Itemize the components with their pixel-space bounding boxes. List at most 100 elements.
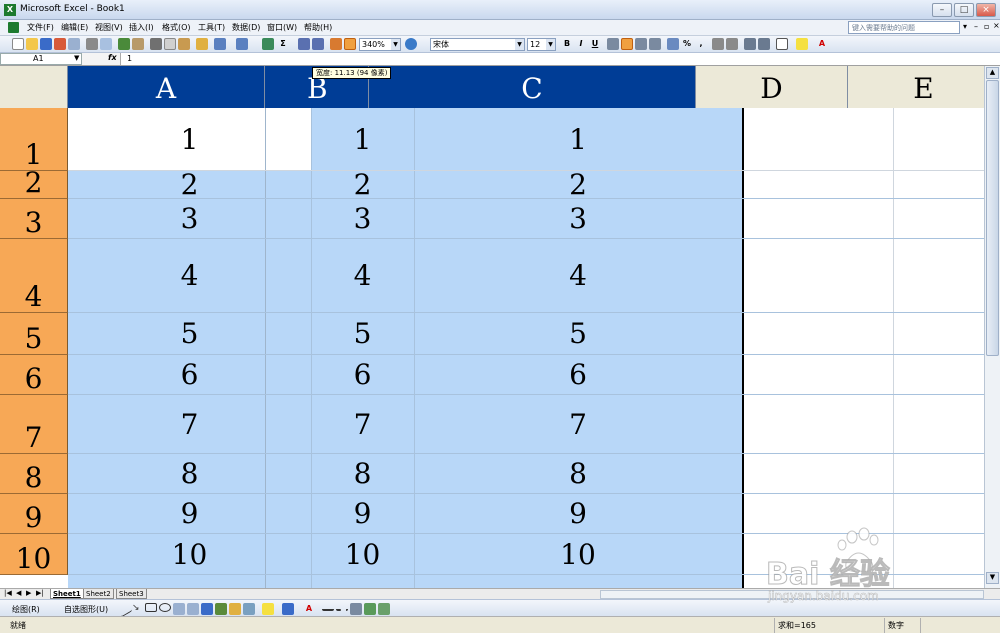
column-header-c[interactable]: C (369, 66, 696, 108)
row-header[interactable]: 7 (0, 395, 68, 454)
cell-a[interactable]: 5 (68, 313, 311, 355)
arrow-style-icon[interactable] (350, 603, 362, 615)
menu-data[interactable]: 数据(D) (232, 22, 260, 33)
help-search-input[interactable]: 键入需要帮助的问题 (848, 21, 960, 34)
paste-icon[interactable] (178, 38, 190, 50)
menu-format[interactable]: 格式(O) (162, 22, 191, 33)
draw-font-color-icon[interactable]: A (304, 604, 314, 613)
cell-c[interactable]: 4 (414, 239, 742, 313)
maximize-button[interactable]: □ (954, 3, 974, 17)
new-icon[interactable] (12, 38, 24, 50)
undo-icon[interactable] (214, 38, 226, 50)
menu-insert[interactable]: 插入(I) (129, 22, 154, 33)
decrease-decimal-icon[interactable] (726, 38, 738, 50)
row-header[interactable]: 2 (0, 169, 68, 199)
autosum-icon[interactable]: Σ (278, 39, 288, 48)
save-icon[interactable] (40, 38, 52, 50)
chart-wizard-icon[interactable] (330, 38, 342, 50)
cell-b[interactable]: 4 (311, 239, 414, 313)
align-center-icon[interactable] (621, 38, 633, 50)
zoom-dropdown-icon[interactable]: ▼ (391, 39, 400, 50)
column-header-e[interactable]: E (848, 66, 984, 108)
3d-icon[interactable] (378, 603, 390, 615)
select-all-corner[interactable] (0, 66, 68, 108)
spelling-icon[interactable] (118, 38, 130, 50)
font-color-icon[interactable]: A (817, 39, 827, 48)
cell-a[interactable]: 8 (68, 454, 311, 494)
menu-help[interactable]: 帮助(H) (304, 22, 332, 33)
research-icon[interactable] (132, 38, 144, 50)
menu-tools[interactable]: 工具(T) (198, 22, 225, 33)
wordart-icon[interactable] (201, 603, 213, 615)
cell-c[interactable]: 7 (414, 395, 742, 454)
draw-fill-color-icon[interactable] (262, 603, 274, 615)
underline-button[interactable]: U (590, 39, 600, 48)
column-header-a[interactable]: A (68, 66, 265, 108)
insert-function-icon[interactable]: fx (108, 53, 117, 62)
row-header[interactable]: 4 (0, 239, 68, 313)
row-header[interactable]: 3 (0, 199, 68, 239)
cell-a[interactable]: 3 (68, 199, 311, 239)
help-dropdown-icon[interactable]: ▾ (963, 22, 967, 31)
cell-c[interactable]: 1 (414, 108, 742, 171)
fill-color-icon[interactable] (796, 38, 808, 50)
cell-b[interactable]: 7 (311, 395, 414, 454)
email-icon[interactable] (68, 38, 80, 50)
cell-c[interactable]: 10 (414, 534, 742, 575)
help-icon[interactable] (405, 38, 417, 50)
line-color-icon[interactable] (282, 603, 294, 615)
cell-c[interactable]: 3 (414, 199, 742, 239)
cell-a[interactable]: 10 (68, 534, 311, 575)
font-dropdown-icon[interactable]: ▼ (515, 39, 524, 50)
cell-c[interactable]: 9 (414, 494, 742, 534)
dash-style-icon[interactable] (336, 603, 348, 611)
menu-edit[interactable]: 编辑(E) (61, 22, 88, 33)
minimize-button[interactable]: – (932, 3, 952, 17)
prev-sheet-icon[interactable]: ◀ (16, 589, 21, 597)
sort-ascending-icon[interactable] (298, 38, 310, 50)
doc-close-icon[interactable]: × (993, 21, 1000, 30)
cell-c[interactable]: 8 (414, 454, 742, 494)
decrease-indent-icon[interactable] (744, 38, 756, 50)
shadow-icon[interactable] (364, 603, 376, 615)
size-dropdown-icon[interactable]: ▼ (546, 39, 555, 50)
line-style-icon[interactable] (322, 603, 334, 611)
currency-icon[interactable] (667, 38, 679, 50)
comma-style-icon[interactable]: , (696, 39, 706, 48)
cell-b[interactable]: 10 (311, 534, 414, 575)
row-header[interactable]: 5 (0, 313, 68, 355)
cell-c[interactable]: 6 (414, 355, 742, 395)
first-sheet-icon[interactable]: |◀ (4, 589, 12, 597)
align-left-icon[interactable] (607, 38, 619, 50)
name-box-dropdown-icon[interactable]: ▼ (74, 54, 79, 62)
scroll-up-icon[interactable]: ▲ (986, 67, 999, 79)
formula-input[interactable]: 1 (120, 53, 1000, 65)
align-right-icon[interactable] (635, 38, 647, 50)
sort-descending-icon[interactable] (312, 38, 324, 50)
increase-decimal-icon[interactable] (712, 38, 724, 50)
row-header[interactable]: 9 (0, 494, 68, 534)
format-painter-icon[interactable] (196, 38, 208, 50)
menu-view[interactable]: 视图(V) (95, 22, 123, 33)
name-box[interactable]: A1 (0, 53, 82, 65)
sheet-tab-2[interactable]: Sheet2 (83, 589, 114, 599)
cell-b[interactable]: 5 (311, 313, 414, 355)
document-icon[interactable] (8, 22, 19, 33)
cell-c[interactable]: 5 (414, 313, 742, 355)
cut-icon[interactable] (150, 38, 162, 50)
draw-menu-button[interactable]: 绘图(R) (12, 604, 40, 615)
increase-indent-icon[interactable] (758, 38, 770, 50)
row-header[interactable]: 8 (0, 454, 68, 494)
cell-b[interactable]: 3 (311, 199, 414, 239)
zoom-select[interactable]: 340% ▼ (359, 38, 401, 51)
open-icon[interactable] (26, 38, 38, 50)
cell-a[interactable]: 1 (68, 108, 311, 171)
drawing-icon[interactable] (344, 38, 356, 50)
cell-b[interactable]: 8 (311, 454, 414, 494)
redo-icon[interactable] (236, 38, 248, 50)
row-header[interactable]: 6 (0, 355, 68, 395)
font-size-select[interactable]: 12 ▼ (527, 38, 556, 51)
permission-icon[interactable] (54, 38, 66, 50)
scroll-down-icon[interactable]: ▼ (986, 572, 999, 584)
textbox-icon[interactable] (173, 603, 185, 615)
